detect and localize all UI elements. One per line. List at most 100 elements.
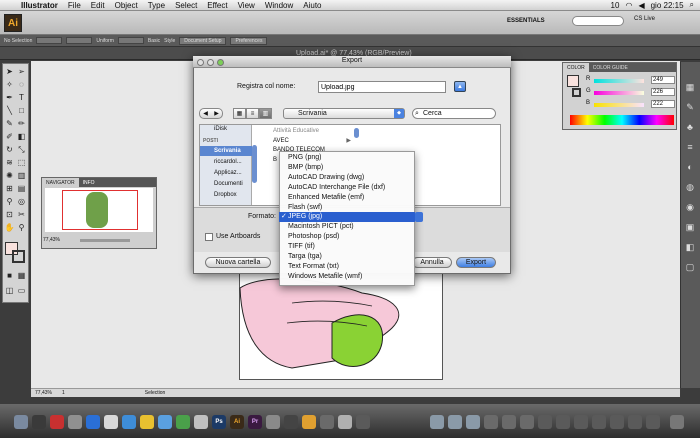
sidebar-item-documents[interactable]: Documenti (200, 179, 252, 189)
premiere-icon[interactable]: Pr (248, 415, 262, 429)
draw-mode-icon[interactable]: ◫ (4, 285, 15, 296)
tab-info[interactable]: INFO (79, 178, 99, 187)
status-num[interactable]: 10 (611, 1, 620, 10)
clock[interactable]: gio 22:15 (651, 1, 684, 10)
forward-arrow-icon[interactable]: ▶ (214, 110, 219, 117)
format-option-dwg[interactable]: AutoCAD Drawing (dwg) (279, 173, 415, 183)
skype-icon[interactable] (158, 415, 172, 429)
back-arrow-icon[interactable]: ◀ (203, 110, 208, 117)
swatches-icon[interactable]: ▦ (685, 82, 695, 92)
appearance-icon[interactable]: ◉ (685, 202, 695, 212)
appstore-icon[interactable] (86, 415, 100, 429)
color-mode-icon[interactable]: ■ (4, 270, 15, 281)
slice-tool-icon[interactable]: ✂ (16, 209, 27, 220)
downloads-icon[interactable] (448, 415, 462, 429)
format-option-tif[interactable]: TIFF (tif) (279, 242, 415, 252)
column-view-button[interactable]: ▥ (259, 108, 272, 119)
vlc-icon[interactable] (302, 415, 316, 429)
channel-g-slider[interactable] (594, 91, 644, 95)
safari-icon[interactable] (122, 415, 136, 429)
stack-icon[interactable] (484, 415, 498, 429)
sidebar-item-desktop[interactable]: Scrivania (200, 146, 252, 156)
pen-tool-icon[interactable]: ✒ (4, 92, 15, 103)
stack-7-icon[interactable] (592, 415, 606, 429)
document-setup-button[interactable]: Document Setup (179, 36, 227, 45)
stroke-weight[interactable] (66, 37, 93, 44)
screen-mode-icon[interactable]: ▭ (16, 285, 27, 296)
brushes-icon[interactable]: ✎ (685, 102, 695, 112)
menu-object[interactable]: Object (110, 1, 143, 10)
channel-r-value[interactable]: 249 (651, 76, 675, 84)
stack-3-icon[interactable] (520, 415, 534, 429)
format-option-png[interactable]: PNG (png) (279, 153, 415, 163)
rotate-tool-icon[interactable]: ↻ (4, 144, 15, 155)
use-artboards-checkbox[interactable] (205, 233, 213, 241)
spotlight-icon[interactable]: ⌕ (690, 0, 694, 10)
column-scrollbar[interactable] (354, 128, 359, 138)
search-field[interactable]: ⌕ Cerca (412, 108, 496, 119)
stack-8-icon[interactable] (610, 415, 624, 429)
column-item-attivita[interactable]: Attività Educative (263, 127, 353, 136)
format-option-pct[interactable]: Macintosh PICT (pct) (279, 222, 415, 232)
menu-app-name[interactable]: Illustrator (16, 1, 63, 10)
artboard-tool-icon[interactable]: ⊡ (4, 209, 15, 220)
cs-live-button[interactable]: CS Live (634, 16, 655, 22)
calendar-icon[interactable] (50, 415, 64, 429)
sidebar-item-applications[interactable]: Applicaz... (200, 168, 252, 178)
direct-selection-tool-icon[interactable]: ➢ (16, 66, 27, 77)
menu-window[interactable]: Window (260, 1, 298, 10)
sidebar-item-idisk[interactable]: iDisk (200, 124, 252, 134)
color-spectrum[interactable] (570, 115, 674, 125)
magic-wand-icon[interactable]: ✧ (4, 79, 15, 90)
navigator-zoom-slider[interactable] (80, 239, 130, 242)
artwork-hand[interactable] (232, 268, 412, 388)
volume-icon[interactable]: ◀ (638, 1, 644, 10)
stroke-color-box[interactable] (12, 250, 25, 263)
format-option-psd[interactable]: Photoshop (psd) (279, 232, 415, 242)
format-option-wmf[interactable]: Windows Metafile (wmf) (279, 272, 415, 282)
finalcut-icon[interactable] (266, 415, 280, 429)
mail-icon[interactable] (104, 415, 118, 429)
channel-b-value[interactable]: 222 (651, 100, 675, 108)
mesh-tool-icon[interactable]: ⊞ (4, 183, 15, 194)
sidebar-scrollbar[interactable] (252, 145, 257, 183)
warp-tool-icon[interactable]: ≋ (4, 157, 15, 168)
folder-icon[interactable] (430, 415, 444, 429)
preferences-icon[interactable] (338, 415, 352, 429)
nav-back-forward[interactable]: ◀ ▶ (199, 108, 223, 119)
line-tool-icon[interactable]: ╲ (4, 105, 15, 116)
brush-tool-icon[interactable]: ✎ (4, 118, 15, 129)
sidebar-item-home[interactable]: riccardol... (200, 157, 252, 167)
list-view-button[interactable]: ≡ (246, 108, 259, 119)
graph-tool-icon[interactable]: ▥ (16, 170, 27, 181)
zoom-level[interactable]: 77,43% (35, 390, 52, 396)
format-option-tga[interactable]: Targa (tga) (279, 252, 415, 262)
wifi-icon[interactable]: ◠ (625, 1, 632, 10)
eyedropper-icon[interactable]: ⚲ (4, 196, 15, 207)
stack-2-icon[interactable] (502, 415, 516, 429)
color-fill-swatch[interactable] (567, 75, 579, 87)
workspace-switcher[interactable]: ESSENTIALS (507, 16, 563, 26)
facetime-icon[interactable] (176, 415, 190, 429)
icon-view-button[interactable]: ▦ (233, 108, 246, 119)
navigator-zoom-value[interactable]: 77,43% (43, 237, 60, 243)
location-select[interactable]: Scrivania ◆ (283, 108, 405, 119)
itunes-icon[interactable] (194, 415, 208, 429)
stack-9-icon[interactable] (628, 415, 642, 429)
finder-icon[interactable] (14, 415, 28, 429)
blob-brush-icon[interactable]: ✐ (4, 131, 15, 142)
format-option-jpg[interactable]: ✓ JPEG (jpg) (279, 212, 415, 222)
format-option-dxf[interactable]: AutoCAD Interchange File (dxf) (279, 183, 415, 193)
gradient-mode-icon[interactable]: ▦ (16, 270, 27, 281)
blend-tool-icon[interactable]: ◎ (16, 196, 27, 207)
artboards-icon[interactable]: ▢ (685, 262, 695, 272)
menu-help[interactable]: Aiuto (298, 1, 326, 10)
menu-effect[interactable]: Effect (202, 1, 232, 10)
app-search-input[interactable] (572, 16, 624, 26)
photoshop-icon[interactable]: Ps (212, 415, 226, 429)
expand-dialog-button[interactable]: ▲ (454, 81, 466, 92)
stack-6-icon[interactable] (574, 415, 588, 429)
tab-color[interactable]: COLOR (563, 63, 589, 72)
brush-select[interactable] (117, 37, 144, 44)
rectangle-tool-icon[interactable]: □ (16, 105, 27, 116)
